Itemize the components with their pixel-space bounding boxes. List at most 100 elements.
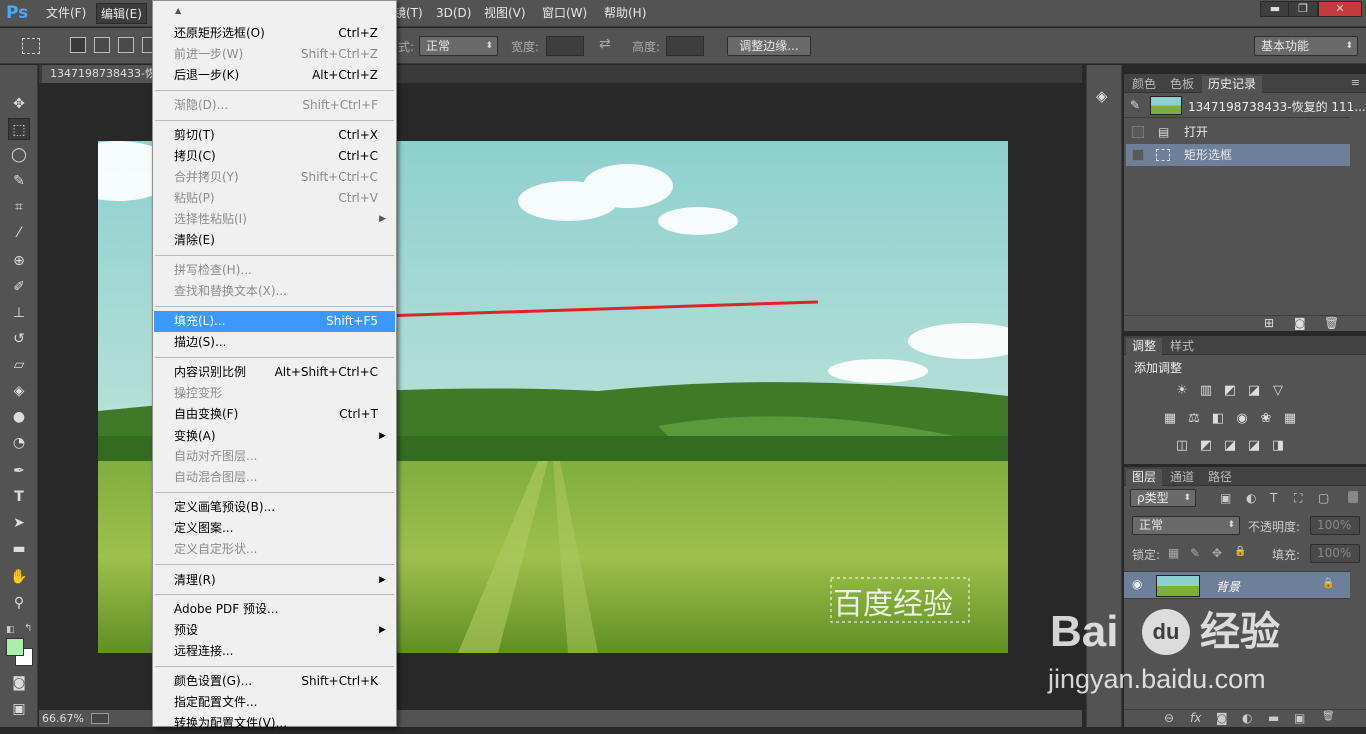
path-select-tool-icon[interactable]: ➤ [8,512,30,534]
add-selection-icon[interactable] [94,37,110,53]
swap-icon[interactable]: ⇄ [599,36,611,52]
rectangle-tool-icon[interactable]: ▬ [8,538,30,560]
menu-item-pdf-presets[interactable]: Adobe PDF 预设... [154,599,395,620]
tab-channels[interactable]: 通道 [1164,469,1200,486]
quick-mask-icon[interactable]: ◙ [8,672,30,694]
default-colors-icon[interactable]: ◧ [6,625,15,635]
new-adjustment-layer-icon[interactable]: ◐ [1242,711,1252,725]
menu-item-fade[interactable]: 渐隐(D)... Shift+Ctrl+F [154,95,395,116]
menu-item-fill[interactable]: 填充(L)... Shift+F5 [154,311,395,332]
menu-3d[interactable]: 3D(D) [432,3,475,24]
shape-filter-icon[interactable]: ⛶ [1294,491,1302,506]
minimize-icon[interactable]: ▬ [1260,1,1290,17]
brightness-icon[interactable]: ☀ [1174,384,1190,398]
menu-item-puppet-warp[interactable]: 操控变形 [154,383,395,404]
history-snapshot[interactable]: ✎ 1347198738433-恢复的 111... [1124,94,1366,118]
screen-mode-icon[interactable]: ▣ [8,698,30,720]
tab-history[interactable]: 历史记录 [1202,76,1263,93]
filter-toggle[interactable] [1348,491,1358,503]
color-lookup-icon[interactable]: ▦ [1282,412,1298,426]
foreground-color-swatch[interactable] [6,638,24,656]
menu-item-spell-check[interactable]: 拼写检查(H)... [154,260,395,281]
delete-icon[interactable]: 🗑 [1324,316,1339,330]
menu-item-step-forward[interactable]: 前进一步(W) Shift+Ctrl+Z [154,44,395,65]
menu-item-auto-blend[interactable]: 自动混合图层... [154,467,395,488]
menu-item-define-brush[interactable]: 定义画笔预设(B)... [154,497,395,518]
tab-swatches[interactable]: 色板 [1164,76,1200,93]
lock-transparent-icon[interactable]: ▦ [1168,546,1179,560]
photo-filter-icon[interactable]: ◉ [1234,412,1250,426]
channel-mixer-icon[interactable]: ❀ [1258,412,1274,426]
new-group-icon[interactable]: ▬ [1268,711,1279,725]
zoom-level[interactable]: 66.67% [42,710,84,727]
menu-item-color-settings[interactable]: 颜色设置(G)... Shift+Ctrl+K [154,671,395,692]
add-mask-icon[interactable]: ◙ [1216,711,1228,725]
layer-row-background[interactable]: ◉ 背景 🔒 [1124,571,1350,599]
lasso-tool-icon[interactable]: ◯ [8,144,30,166]
menu-edit[interactable]: 编辑(E) [96,3,147,24]
color-balance-icon[interactable]: ⚖ [1186,412,1202,426]
zoom-tool-icon[interactable]: ⚲ [8,592,30,614]
menu-item-transform[interactable]: 变换(A) ▶ [154,426,395,447]
lock-image-icon[interactable]: ✎ [1190,546,1200,560]
menu-item-find-replace[interactable]: 查找和替换文本(X)... [154,281,395,302]
delete-layer-icon[interactable]: 🗑 [1322,711,1335,722]
tab-color[interactable]: 颜色 [1126,76,1162,93]
document-tab[interactable]: 1347198738433-恢 [42,65,152,83]
opacity-input[interactable]: 100% [1310,516,1360,535]
menu-item-undo[interactable]: 还原矩形选框(O) Ctrl+Z [154,23,395,44]
fill-input[interactable]: 100% [1310,544,1360,563]
menu-view[interactable]: 视图(V) [480,3,530,24]
link-layers-icon[interactable]: ⊖ [1164,711,1174,725]
threshold-icon[interactable]: ◪ [1222,439,1238,453]
refine-edge-button[interactable]: 调整边缘... [727,36,811,56]
adjustment-filter-icon[interactable]: ◐ [1246,491,1256,505]
blend-mode-select[interactable]: 正常 ⬍ [1132,516,1240,535]
panel-menu-icon[interactable]: ≡ [1351,76,1360,89]
lock-position-icon[interactable]: ✥ [1212,546,1222,560]
exposure-icon[interactable]: ◪ [1246,384,1262,398]
status-info-icon[interactable] [91,713,109,724]
menu-item-remote-connections[interactable]: 远程连接... [154,641,395,662]
restore-icon[interactable]: ❐ [1288,1,1318,17]
menu-item-clear[interactable]: 清除(E) [154,230,395,251]
swap-colors-icon[interactable]: ↰ [24,623,32,634]
curves-icon[interactable]: ◩ [1222,384,1238,398]
tab-adjustments[interactable]: 调整 [1126,338,1163,355]
type-filter-icon[interactable]: T [1270,491,1277,505]
lock-all-icon[interactable]: 🔒 [1234,546,1246,557]
gradient-map-icon[interactable]: ◪ [1246,439,1262,453]
posterize-icon[interactable]: ◩ [1198,439,1214,453]
hue-saturation-icon[interactable]: ▦ [1162,412,1178,426]
new-snapshot-icon[interactable]: ◙ [1294,316,1306,330]
menu-item-assign-profile[interactable]: 指定配置文件... [154,692,395,713]
menu-item-content-aware-scale[interactable]: 内容识别比例 Alt+Shift+Ctrl+C [154,362,395,383]
menu-item-stroke[interactable]: 描边(S)... [154,332,395,353]
healing-brush-tool-icon[interactable]: ⊕ [8,250,30,272]
eye-icon[interactable]: ◉ [1132,577,1142,591]
type-tool-icon[interactable]: T [8,486,30,508]
3d-panel-icon[interactable]: ◈ [1096,87,1108,105]
menu-item-paste[interactable]: 粘贴(P) Ctrl+V [154,188,395,209]
menu-item-auto-align[interactable]: 自动对齐图层... [154,446,395,467]
menu-help[interactable]: 帮助(H) [600,3,650,24]
menu-item-purge[interactable]: 清理(R) ▶ [154,570,395,591]
pixel-filter-icon[interactable]: ▣ [1220,491,1231,505]
height-input[interactable] [666,36,704,56]
brush-tool-icon[interactable]: ✐ [8,276,30,298]
eyedropper-tool-icon[interactable]: ⁄ [8,222,30,244]
layer-style-icon[interactable]: fx [1190,711,1201,725]
smart-object-filter-icon[interactable]: ▢ [1318,491,1329,505]
pen-tool-icon[interactable]: ✒ [8,460,30,482]
menu-item-step-backward[interactable]: 后退一步(K) Alt+Ctrl+Z [154,65,395,86]
black-white-icon[interactable]: ◧ [1210,412,1226,426]
workspace-select[interactable]: 基本功能 ⬍ [1254,36,1358,56]
levels-icon[interactable]: ▥ [1198,384,1214,398]
paint-bucket-tool-icon[interactable]: ◈ [8,380,30,402]
vibrance-icon[interactable]: ▽ [1270,384,1286,398]
history-brush-tool-icon[interactable]: ↺ [8,328,30,350]
menu-item-cut[interactable]: 剪切(T) Ctrl+X [154,125,395,146]
marquee-tool-icon[interactable]: ⬚ [8,118,30,140]
menu-item-free-transform[interactable]: 自由变换(F) Ctrl+T [154,404,395,425]
menu-item-copy[interactable]: 拷贝(C) Ctrl+C [154,146,395,167]
